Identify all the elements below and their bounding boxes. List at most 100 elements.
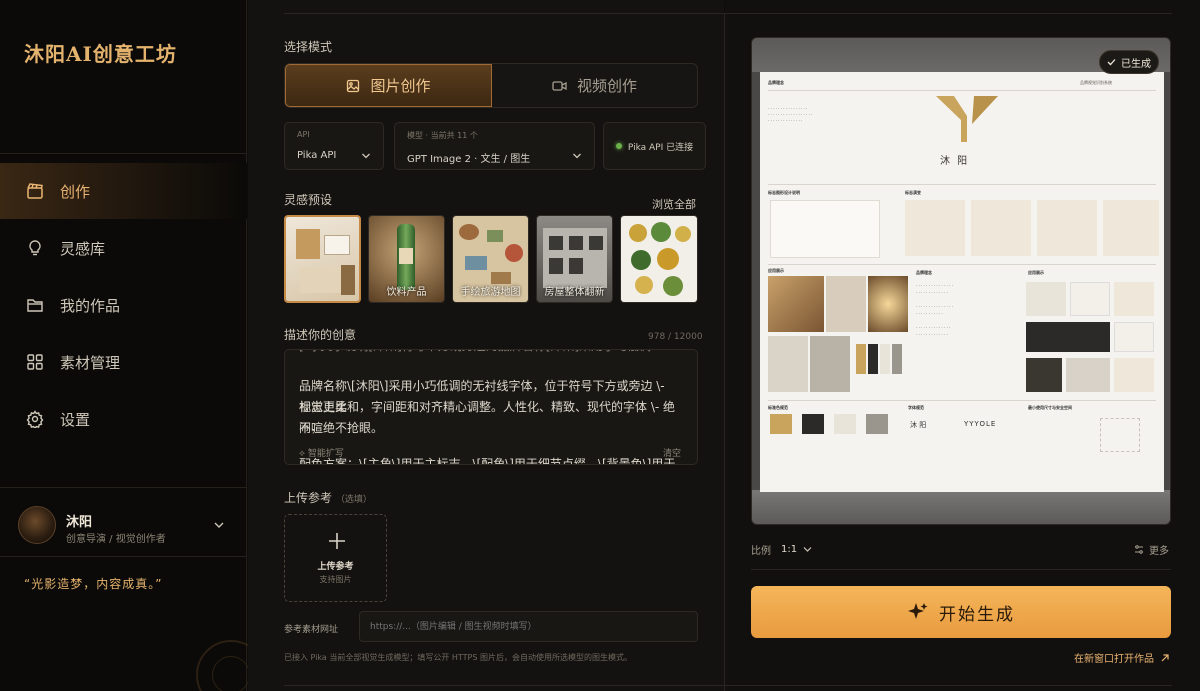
board-evo xyxy=(1103,200,1159,256)
upload-optional: （选填） xyxy=(335,495,372,505)
plus-icon xyxy=(329,533,345,549)
smart-expand-button[interactable]: ⟡ 智能扩写 xyxy=(299,446,344,459)
sparkle-icon xyxy=(908,603,928,619)
sidebar-item-settings[interactable]: 设置 xyxy=(0,391,247,447)
preview-image[interactable]: 品牌理念 品牌视觉识别系统 · · · · · · · · · · · · · … xyxy=(751,37,1171,525)
board-mockup xyxy=(1114,322,1154,352)
clear-button[interactable]: 清空 xyxy=(663,446,681,459)
model-value: GPT Image 2 · 文生 / 图生 xyxy=(407,154,531,165)
preset-thumb[interactable] xyxy=(284,215,361,303)
prompt-line: 闹，绝不抢眼。 xyxy=(299,421,384,435)
ratio-value: 1:1 xyxy=(781,544,798,555)
board-evo xyxy=(905,200,965,256)
preset-thumb[interactable]: 手绘旅游地图 xyxy=(452,215,529,303)
upload-dropzone[interactable]: 上传参考 支持图片 xyxy=(284,514,387,602)
sidebar-item-label: 创作 xyxy=(60,182,91,201)
chevron-down-icon xyxy=(362,153,370,159)
open-in-new-window-link[interactable]: 在新窗口打开作品 xyxy=(1074,650,1170,665)
board-swatch xyxy=(892,344,902,374)
external-link-icon xyxy=(1161,653,1169,661)
sidebar-item-create[interactable]: 创作 xyxy=(0,163,247,219)
avatar[interactable] xyxy=(18,506,56,544)
preset-thumb[interactable]: 饮料产品 xyxy=(368,215,445,303)
ratio-select[interactable]: 比例 1:1 xyxy=(751,542,812,557)
video-icon xyxy=(552,80,567,91)
slogan: “光影造梦，内容成真。” xyxy=(24,577,163,591)
mode-image-button[interactable]: 图片创作 xyxy=(285,64,492,107)
grid-icon xyxy=(26,353,44,371)
chevron-down-icon[interactable] xyxy=(213,520,225,530)
chevron-down-icon xyxy=(803,547,812,552)
board-logo-text: 沐 阳 xyxy=(940,156,970,167)
board-section: 应用展示 xyxy=(768,268,784,273)
mode-video-label: 视频创作 xyxy=(576,77,637,95)
folder-icon xyxy=(26,296,44,314)
preset-thumb[interactable] xyxy=(620,215,698,303)
preset-label: 房屋整体翻新 xyxy=(544,287,605,298)
api-select[interactable]: API Pika API xyxy=(284,122,384,170)
board-photo xyxy=(810,336,850,392)
sidebar-item-assets[interactable]: 素材管理 xyxy=(0,334,247,390)
preset-thumb[interactable]: 房屋整体翻新 xyxy=(536,215,613,303)
sidebar: 沐阳AI创意工坊 创作 灵感库 我的作品 素材管理 设置 沐阳 创意导演 / 视… xyxy=(0,0,266,691)
board-rule xyxy=(768,184,1156,185)
generate-button[interactable]: 开始生成 xyxy=(751,586,1171,638)
board-tag: 品牌视觉识别系统 xyxy=(1080,80,1112,85)
upload-sub: 支持图片 xyxy=(319,575,352,584)
api-caption: API xyxy=(297,130,310,139)
board-section: 标志演变 xyxy=(905,190,921,195)
board-rule xyxy=(768,90,1156,91)
user-name: 沐阳 xyxy=(66,515,93,530)
board-copy: · · · · · · · · · · · · · · · · · · · · ·… xyxy=(768,106,813,123)
prompt-line: [X]·文字说明[沐阳]符号下方或旁边的品牌名称[沐阳]采用小巧低调 xyxy=(299,350,679,357)
board-font-sample: 沐 阳 xyxy=(910,421,927,429)
sidebar-item-label: 灵感库 xyxy=(60,239,106,258)
badge-label: 已生成 xyxy=(1121,58,1151,70)
mode-switch: 图片创作 视频创作 xyxy=(284,63,698,108)
mode-video-button[interactable]: 视频创作 xyxy=(492,64,697,107)
mode-label: 选择模式 xyxy=(284,40,333,54)
board-photo xyxy=(768,276,824,332)
panel-divider xyxy=(724,14,725,691)
board-photo xyxy=(868,276,908,332)
sidebar-item-my-works[interactable]: 我的作品 xyxy=(0,277,247,333)
more-label: 更多 xyxy=(1149,546,1169,557)
more-options-button[interactable]: 更多 xyxy=(1134,542,1169,557)
browse-all-link[interactable]: 浏览全部 xyxy=(652,196,696,212)
board-swatch xyxy=(866,414,888,434)
board-section: 标志图形设计说明 xyxy=(768,190,800,195)
preset-label: 手绘旅游地图 xyxy=(460,287,521,298)
reference-label: 参考素材网址 xyxy=(284,625,339,635)
generated-badge: 已生成 xyxy=(1099,50,1159,74)
sliders-icon xyxy=(1135,545,1143,554)
sidebar-divider xyxy=(0,153,247,154)
board-section: 应用展示 xyxy=(1028,270,1044,275)
board-rule xyxy=(768,264,1156,265)
board-evo xyxy=(971,200,1031,256)
action-divider xyxy=(751,569,1171,570)
clapperboard-icon xyxy=(26,182,44,200)
board-safe-area xyxy=(1100,418,1140,452)
brand-title: 沐阳AI创意工坊 xyxy=(24,42,177,66)
board-swatch xyxy=(856,344,866,374)
image-icon xyxy=(347,79,360,92)
model-caption: 模型 · 当前共 11 个 xyxy=(407,131,478,140)
sidebar-item-label: 设置 xyxy=(60,410,91,429)
check-icon xyxy=(1107,59,1116,66)
board-mockup xyxy=(1070,282,1110,316)
board-mockup xyxy=(1026,322,1110,352)
model-select[interactable]: 模型 · 当前共 11 个 GPT Image 2 · 文生 / 图生 xyxy=(394,122,595,170)
board-wordmark: YYYOLE xyxy=(964,420,997,428)
prompt-textarea[interactable]: [X]·文字说明[沐阳]符号下方或旁边的品牌名称[沐阳]采用小巧低调 品牌名称\… xyxy=(284,349,698,465)
board-swatch xyxy=(880,344,890,374)
board-grid xyxy=(770,200,880,258)
board-photo xyxy=(826,276,866,332)
connection-status-text: Pika API 已连接 xyxy=(603,122,706,170)
board-copy: · · · · · · · · · · · · · · · · · · · · ·… xyxy=(916,283,953,337)
logo-mark xyxy=(936,96,998,142)
board-swatch xyxy=(868,344,878,374)
preview-bottom-fade xyxy=(752,490,1170,524)
api-value: Pika API xyxy=(297,150,337,161)
reference-url-input[interactable] xyxy=(359,611,698,642)
sidebar-item-inspiration[interactable]: 灵感库 xyxy=(0,220,247,276)
